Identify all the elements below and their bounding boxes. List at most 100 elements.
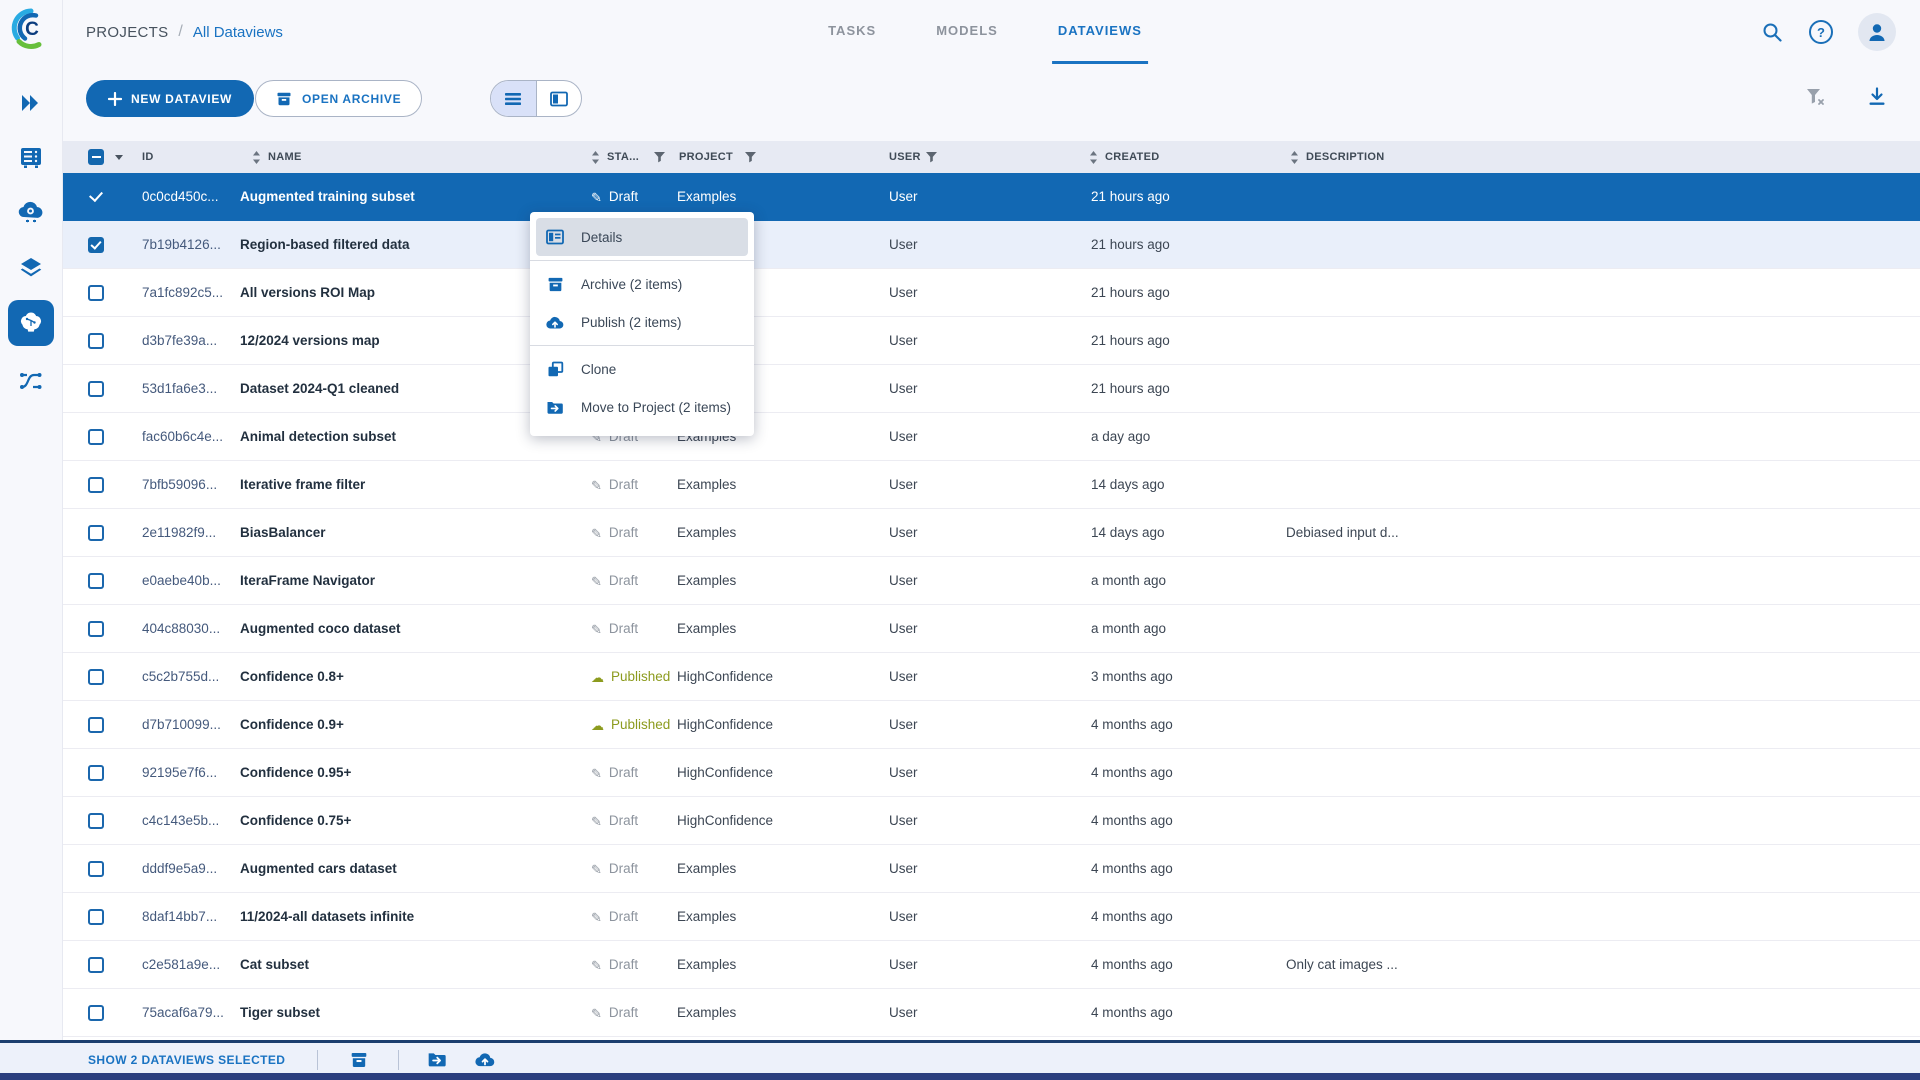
row-checkbox[interactable] xyxy=(88,957,104,973)
column-header-status[interactable]: STA... xyxy=(607,141,639,173)
download-icon[interactable] xyxy=(1866,86,1888,108)
sidebar-item-datasets[interactable] xyxy=(0,245,62,291)
clearml-logo-icon[interactable]: C xyxy=(9,6,53,50)
table-view-button[interactable] xyxy=(491,81,536,116)
menu-item-move-to-project[interactable]: Move to Project (2 items) xyxy=(530,388,754,426)
column-header-project[interactable]: PROJECT xyxy=(679,141,733,173)
row-user: User xyxy=(889,749,918,797)
table-row[interactable]: 75acaf6a79...Tiger subset✎DraftExamplesU… xyxy=(62,989,1920,1037)
new-dataview-label: NEW DATAVIEW xyxy=(131,92,232,106)
table-row[interactable]: c2e581a9e...Cat subset✎DraftExamplesUser… xyxy=(62,941,1920,989)
row-checkbox[interactable] xyxy=(88,525,104,541)
row-checkbox[interactable] xyxy=(88,717,104,733)
clear-filters-icon[interactable] xyxy=(1804,86,1826,108)
row-checkbox[interactable] xyxy=(88,909,104,925)
selection-count-label[interactable]: SHOW 2 DATAVIEWS SELECTED xyxy=(88,1053,285,1067)
row-name: Confidence 0.95+ xyxy=(240,749,351,797)
footer-move-to-project-button[interactable] xyxy=(427,1051,447,1068)
tab-dataviews[interactable]: DATAVIEWS xyxy=(1052,0,1148,64)
row-checkbox[interactable] xyxy=(88,429,104,445)
row-checkbox[interactable] xyxy=(88,237,104,253)
open-archive-button[interactable]: OPEN ARCHIVE xyxy=(255,80,422,117)
filter-icon[interactable] xyxy=(926,152,937,163)
column-header-description[interactable]: DESCRIPTION xyxy=(1306,141,1384,173)
breadcrumb-projects[interactable]: PROJECTS xyxy=(86,24,168,41)
sidebar-item-expand[interactable] xyxy=(0,80,62,126)
row-name: Augmented cars dataset xyxy=(240,845,397,893)
filter-icon[interactable] xyxy=(745,152,756,163)
footer-archive-button[interactable] xyxy=(350,1051,368,1069)
menu-item-archive[interactable]: Archive (2 items) xyxy=(530,265,754,303)
user-avatar[interactable] xyxy=(1858,13,1896,51)
breadcrumb-all-dataviews[interactable]: All Dataviews xyxy=(193,24,283,41)
row-checkbox[interactable] xyxy=(88,669,104,685)
row-checkbox[interactable] xyxy=(88,621,104,637)
row-checkbox[interactable] xyxy=(88,189,104,205)
row-id: 8daf14bb7... xyxy=(142,893,217,941)
sidebar-item-workers[interactable] xyxy=(0,190,62,236)
table-row[interactable]: dddf9e5a9...Augmented cars dataset✎Draft… xyxy=(62,845,1920,893)
menu-item-label: Clone xyxy=(581,362,616,377)
row-id: 75acaf6a79... xyxy=(142,989,224,1037)
table-row[interactable]: 7bfb59096...Iterative frame filter✎Draft… xyxy=(62,461,1920,509)
menu-item-publish[interactable]: Publish (2 items) xyxy=(530,303,754,341)
table-row[interactable]: 7b19b4126...Region-based filtered dataUs… xyxy=(62,221,1920,269)
table-row[interactable]: 2e11982f9...BiasBalancer✎DraftExamplesUs… xyxy=(62,509,1920,557)
new-dataview-button[interactable]: NEW DATAVIEW xyxy=(86,80,254,117)
sidebar-item-pipelines[interactable] xyxy=(0,358,62,404)
row-checkbox[interactable] xyxy=(88,765,104,781)
table-row[interactable]: 7a1fc892c5...All versions ROI MapUser21 … xyxy=(62,269,1920,317)
row-checkbox[interactable] xyxy=(88,813,104,829)
column-header-name[interactable]: NAME xyxy=(268,141,302,173)
menu-item-clone[interactable]: Clone xyxy=(530,350,754,388)
row-project: HighConfidence xyxy=(677,701,773,749)
search-icon[interactable] xyxy=(1760,20,1784,44)
sort-icon[interactable] xyxy=(252,151,261,164)
select-all-checkbox[interactable] xyxy=(88,149,104,165)
row-user: User xyxy=(889,461,918,509)
table-row[interactable]: d7b710099...Confidence 0.9+☁PublishedHig… xyxy=(62,701,1920,749)
row-checkbox[interactable] xyxy=(88,381,104,397)
table-row[interactable]: 404c88030...Augmented coco dataset✎Draft… xyxy=(62,605,1920,653)
sort-icon[interactable] xyxy=(591,151,600,164)
sort-icon[interactable] xyxy=(1290,151,1299,164)
table-view-icon xyxy=(504,91,522,107)
split-view-button[interactable] xyxy=(536,81,582,116)
row-user: User xyxy=(889,893,918,941)
pencil-icon: ✎ xyxy=(591,191,602,204)
menu-item-details[interactable]: Details xyxy=(536,218,748,256)
table-row[interactable]: d3b7fe39a...12/2024 versions mapUser21 h… xyxy=(62,317,1920,365)
column-header-created[interactable]: CREATED xyxy=(1105,141,1159,173)
filter-icon[interactable] xyxy=(654,152,665,163)
sidebar-item-queues[interactable] xyxy=(0,135,62,181)
sort-icon[interactable] xyxy=(1089,151,1098,164)
row-id: dddf9e5a9... xyxy=(142,845,217,893)
footer-publish-button[interactable] xyxy=(475,1051,495,1068)
row-checkbox[interactable] xyxy=(88,333,104,349)
table-row[interactable]: 8daf14bb7...11/2024-all datasets infinit… xyxy=(62,893,1920,941)
table-row[interactable]: c4c143e5b...Confidence 0.75+✎DraftHighCo… xyxy=(62,797,1920,845)
row-id: c5c2b755d... xyxy=(142,653,219,701)
pencil-icon: ✎ xyxy=(591,623,602,636)
table-row[interactable]: 0c0cd450c...Augmented training subset✎Dr… xyxy=(62,173,1920,221)
table-row[interactable]: e0aebe40b...IteraFrame Navigator✎DraftEx… xyxy=(62,557,1920,605)
archive-icon xyxy=(546,275,564,293)
sidebar-item-dataviews[interactable] xyxy=(0,300,62,346)
row-checkbox[interactable] xyxy=(88,285,104,301)
row-checkbox[interactable] xyxy=(88,477,104,493)
table-row[interactable]: 92195e7f6...Confidence 0.95+✎DraftHighCo… xyxy=(62,749,1920,797)
selection-dropdown-icon[interactable] xyxy=(115,155,123,160)
column-header-id[interactable]: ID xyxy=(142,141,154,173)
table-row[interactable]: fac60b6c4e...Animal detection subset✎Dra… xyxy=(62,413,1920,461)
row-checkbox[interactable] xyxy=(88,573,104,589)
help-icon[interactable]: ? xyxy=(1808,19,1834,45)
column-header-user[interactable]: USER xyxy=(889,141,921,173)
row-checkbox[interactable] xyxy=(88,1005,104,1021)
table-row[interactable]: c5c2b755d...Confidence 0.8+☁PublishedHig… xyxy=(62,653,1920,701)
layers-icon xyxy=(18,256,44,280)
row-checkbox[interactable] xyxy=(88,861,104,877)
publish-icon xyxy=(475,1051,495,1068)
tab-tasks[interactable]: TASKS xyxy=(822,0,882,64)
table-row[interactable]: 53d1fa6e3...Dataset 2024-Q1 cleanedUser2… xyxy=(62,365,1920,413)
tab-models[interactable]: MODELS xyxy=(930,0,1004,64)
